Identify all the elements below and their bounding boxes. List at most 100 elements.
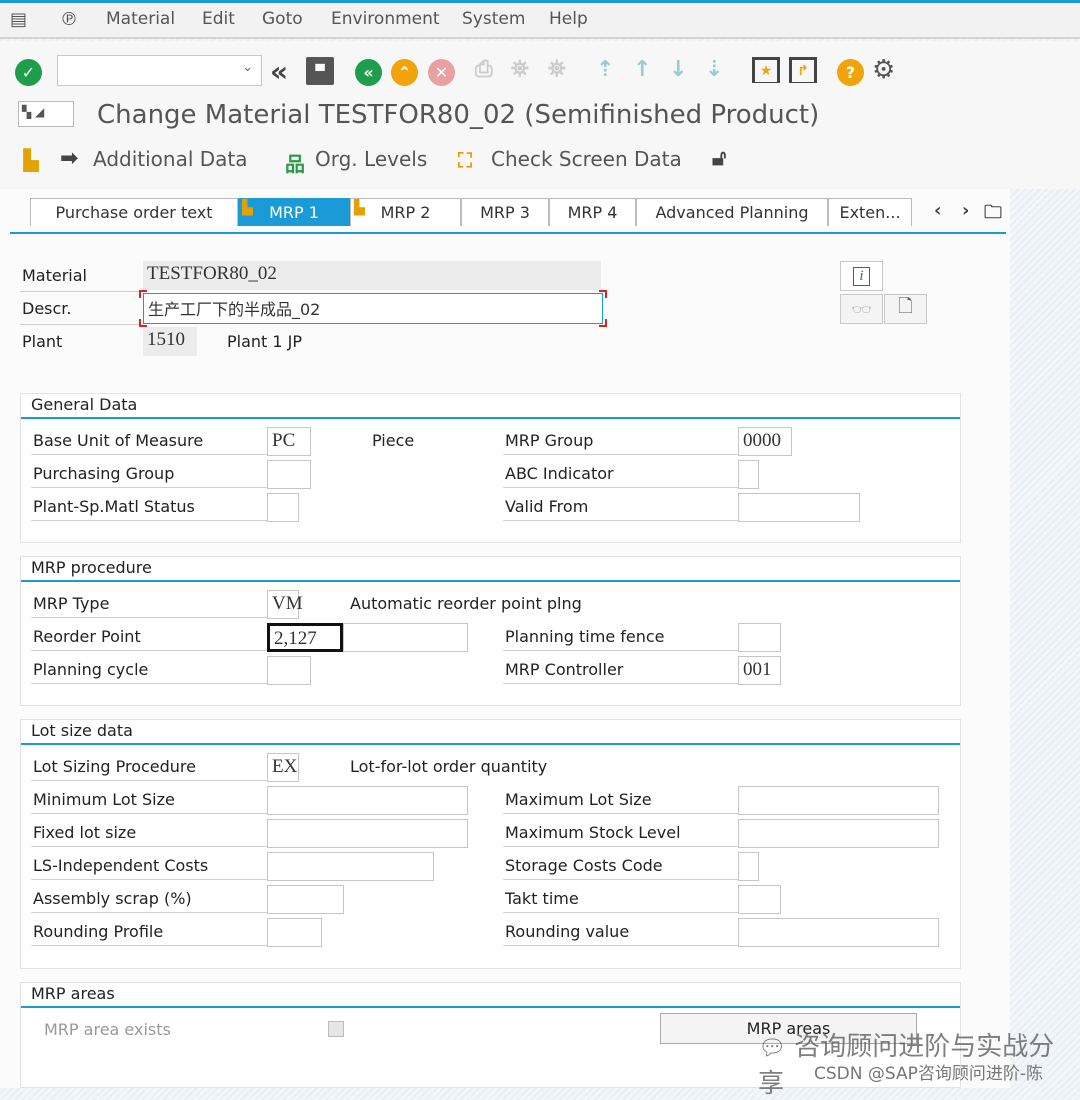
lock-icon[interactable]: 🔓︎	[712, 146, 726, 171]
abc-indicator-input[interactable]	[738, 460, 759, 489]
group-lot-size-data: Lot size data Lot Sizing Procedure EX Lot-f…	[20, 719, 961, 969]
create-session-icon[interactable]: ★	[752, 57, 780, 83]
chevron-down-icon[interactable]: ⌄	[242, 60, 253, 75]
page-title: Change Material TESTFOR80_02 (Semifinish…	[97, 100, 820, 130]
lot-sizing-procedure-input[interactable]: EX	[267, 753, 299, 782]
maximum-lot-size-input[interactable]	[738, 786, 939, 815]
base-unit-of-measure-text: Piece	[372, 431, 415, 450]
mrp-group-input[interactable]: 0000	[738, 427, 792, 456]
standard-toolbar: ✓ ⌄ « ▀ « ⌃ ✕ ⎙ ⛯ ⛯ ⇡ ↑ ↓ ⇣ ★ ↱ ? ⚙	[0, 41, 1080, 99]
rounding-profile-input[interactable]	[267, 918, 322, 947]
help-icon[interactable]: ?	[837, 59, 864, 86]
check-icon[interactable]: ✓	[15, 59, 42, 86]
find-icon[interactable]: ⛯	[511, 57, 529, 82]
plant-name: Plant 1 JP	[227, 332, 303, 351]
menu-help[interactable]: Help	[549, 9, 588, 29]
check-screen-data-button[interactable]: Check Screen Data	[491, 147, 682, 171]
save-icon[interactable]: ▀	[306, 57, 334, 85]
group-divider	[21, 743, 960, 745]
group-divider	[21, 417, 960, 419]
plant-sp-matl-status-label: Plant-Sp.Matl Status	[33, 497, 195, 516]
purchasing-group-input[interactable]	[267, 460, 311, 489]
display-button[interactable]: 👓︎	[840, 294, 883, 324]
material-label: Material	[22, 266, 87, 285]
mrp-type-label: MRP Type	[33, 594, 110, 613]
mrp-area-exists-checkbox[interactable]	[328, 1021, 344, 1037]
tab-mrp-3[interactable]: MRP 3	[461, 198, 549, 226]
command-field[interactable]: ⌄	[57, 55, 262, 86]
menu-system[interactable]: System	[462, 9, 525, 29]
last-page-icon[interactable]: ⇣	[705, 57, 723, 82]
org-levels-icon[interactable]: 品	[285, 148, 305, 177]
back-double-icon[interactable]: «	[270, 55, 288, 88]
screen-layout-icon[interactable]: ▚ ◢	[18, 101, 74, 127]
menu-goto[interactable]: Goto	[262, 9, 303, 29]
prev-page-icon[interactable]: ↑	[633, 57, 651, 82]
mrp-type-input[interactable]: VM	[267, 590, 303, 619]
info-button[interactable]: i	[840, 261, 883, 291]
document-button[interactable]: 🗋︎	[884, 294, 927, 324]
planning-cycle-label: Planning cycle	[33, 660, 149, 679]
next-page-icon[interactable]: ↓	[669, 57, 687, 82]
wechat-icon: 💬︎	[758, 1036, 786, 1061]
takt-time-label: Takt time	[505, 889, 579, 908]
assembly-scrap-label: Assembly scrap (%)	[33, 889, 192, 908]
shortcut-icon[interactable]: ↱	[789, 57, 817, 83]
cancel-icon[interactable]: ✕	[428, 59, 455, 86]
minimum-lot-size-label: Minimum Lot Size	[33, 790, 175, 809]
menu-icon[interactable]: ▤	[10, 9, 27, 30]
mrp-controller-input[interactable]: 001	[738, 656, 781, 685]
reorder-point-label: Reorder Point	[33, 627, 141, 646]
glasses-icon: 👓︎	[851, 299, 872, 319]
planning-time-fence-input[interactable]	[738, 623, 781, 652]
tab-mrp-4[interactable]: MRP 4	[549, 198, 636, 226]
find-next-icon[interactable]: ⛯	[548, 57, 566, 82]
first-page-icon[interactable]: ⇡	[596, 57, 614, 82]
tab-scroll-right-icon[interactable]: ›	[962, 200, 969, 221]
menu-environment[interactable]: Environment	[331, 9, 440, 29]
org-levels-button[interactable]: Org. Levels	[315, 147, 427, 171]
lot-sizing-procedure-label: Lot Sizing Procedure	[33, 757, 196, 776]
change-display-icon[interactable]: ▙	[18, 148, 44, 172]
menu-material[interactable]: Material	[106, 9, 175, 29]
takt-time-input[interactable]	[738, 885, 781, 914]
minimum-lot-size-input[interactable]	[267, 786, 468, 815]
valid-from-label: Valid From	[505, 497, 589, 516]
base-unit-of-measure-label: Base Unit of Measure	[33, 431, 204, 450]
print-icon[interactable]: ⎙	[475, 57, 493, 82]
reorder-point-input[interactable]: 2,127	[267, 623, 343, 652]
tab-mrp-1[interactable]: MRP 1	[238, 198, 350, 226]
rounding-value-label: Rounding value	[505, 922, 630, 941]
check-screen-icon[interactable]: ⛶	[458, 148, 472, 172]
reorder-point-extra-field[interactable]	[343, 623, 468, 652]
tab-mrp-2[interactable]: MRP 2	[350, 198, 461, 226]
fixed-lot-size-input[interactable]	[267, 819, 468, 848]
additional-data-button[interactable]: Additional Data	[93, 147, 248, 171]
group-title: MRP areas	[31, 984, 115, 1003]
abc-indicator-label: ABC Indicator	[505, 464, 614, 483]
planning-cycle-input[interactable]	[267, 656, 311, 685]
layout-icon[interactable]: ℗	[60, 9, 78, 30]
tab-scroll-left-icon[interactable]: ‹	[934, 200, 941, 221]
tab-underline	[10, 232, 1006, 234]
assembly-scrap-input[interactable]	[267, 885, 344, 914]
settings-icon[interactable]: ⚙	[872, 55, 895, 85]
description-input[interactable]: 生产工厂下的半成品_02	[143, 293, 603, 324]
plant-label: Plant	[22, 332, 63, 351]
ls-independent-costs-input[interactable]	[267, 852, 434, 881]
valid-from-input[interactable]	[738, 493, 860, 522]
tab-exten[interactable]: Exten...	[828, 198, 912, 226]
arrow-right-icon[interactable]: ➡	[60, 146, 78, 171]
storage-costs-code-input[interactable]	[738, 852, 759, 881]
base-unit-of-measure-input[interactable]: PC	[267, 427, 311, 456]
group-title: Lot size data	[31, 721, 133, 740]
exit-icon[interactable]: ⌃	[391, 59, 418, 86]
tab-advanced-planning[interactable]: Advanced Planning	[636, 198, 828, 226]
maximum-stock-level-input[interactable]	[738, 819, 939, 848]
back-green-icon[interactable]: «	[355, 59, 382, 86]
plant-sp-matl-status-input[interactable]	[267, 493, 299, 522]
rounding-value-input[interactable]	[738, 918, 939, 947]
tab-purchase-order-text[interactable]: Purchase order text	[30, 198, 238, 226]
menu-edit[interactable]: Edit	[202, 9, 235, 29]
tab-list-icon[interactable]: 🗀︎	[984, 200, 1002, 230]
